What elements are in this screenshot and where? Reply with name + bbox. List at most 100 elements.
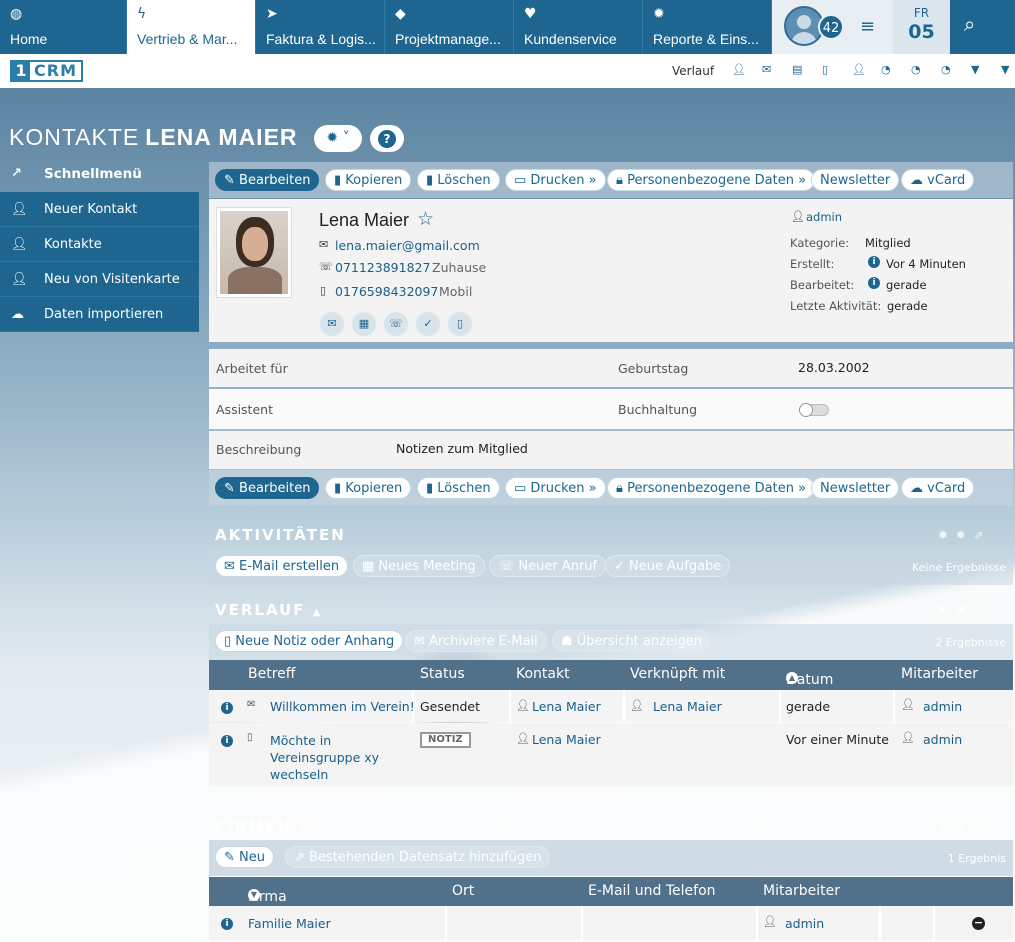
- create-email-button[interactable]: ✉ E-Mail erstellen: [215, 555, 349, 577]
- help-button[interactable]: ?: [370, 125, 404, 152]
- phone-call-icon[interactable]: ☏: [384, 312, 408, 336]
- new-meeting-button[interactable]: ▦ Neues Meeting: [353, 555, 485, 577]
- panel-settings-icons[interactable]: ✹ ✹ ⇗: [938, 602, 983, 616]
- history-contact-link[interactable]: Lena Maier: [532, 732, 601, 747]
- column-contact[interactable]: Kontakt: [516, 666, 570, 682]
- companies-toolbar: ✎ Neu ⇗ Bestehenden Datensatz hinzufügen…: [209, 840, 1013, 876]
- column-status[interactable]: Status: [420, 666, 465, 682]
- remove-icon[interactable]: −: [972, 917, 985, 930]
- user-icon: 👤︎: [791, 210, 805, 223]
- assigned-user[interactable]: admin: [806, 210, 842, 224]
- edit-button[interactable]: ✎ Bearbeiten: [215, 477, 320, 499]
- panel-settings-icons[interactable]: ✹ ✹ ⇗: [938, 818, 983, 832]
- description-value: Notizen zum Mitglied: [396, 441, 528, 456]
- vcard-button[interactable]: ☁ vCard: [901, 477, 975, 499]
- column-subject[interactable]: Betreff: [248, 666, 295, 682]
- document-icon[interactable]: ▯: [822, 63, 828, 76]
- panel-settings-icons[interactable]: ✹ ✹ ⇗: [938, 528, 983, 542]
- archive-email-button[interactable]: ✉ Archiviere E-Mail: [405, 630, 547, 652]
- history-subject-link[interactable]: Willkommen im Verein!: [270, 699, 415, 714]
- print-button[interactable]: ▭ Drucken »: [505, 477, 606, 499]
- company-user-link[interactable]: admin: [785, 916, 824, 931]
- sidebar-item-import[interactable]: ☁ Daten importieren: [0, 297, 199, 332]
- history-contact-link[interactable]: Lena Maier: [532, 699, 601, 714]
- new-note-button[interactable]: ▯ Neue Notiz oder Anhang: [215, 630, 404, 652]
- nav-tab-customer-service[interactable]: ♥ Kundenservice: [514, 0, 643, 54]
- task-check-icon[interactable]: ✓: [416, 312, 440, 336]
- history-linked-link[interactable]: Lena Maier: [653, 699, 722, 714]
- book-icon[interactable]: ▤: [792, 63, 802, 76]
- new-company-button[interactable]: ✎ Neu: [215, 846, 274, 868]
- accounting-toggle[interactable]: [799, 403, 829, 417]
- column-assigned[interactable]: Mitarbeiter: [901, 666, 978, 682]
- pie-chart-icon[interactable]: ◔: [941, 63, 951, 76]
- info-icon[interactable]: i: [868, 256, 880, 268]
- user-menu[interactable]: 42 ≡: [772, 0, 893, 54]
- history-user-link[interactable]: admin: [923, 699, 962, 714]
- settings-dropdown-button[interactable]: ✹ ˅: [314, 125, 362, 152]
- print-button[interactable]: ▭ Drucken »: [505, 169, 606, 191]
- nav-tab-sales-marketing[interactable]: ϟ Vertrieb & Mar...: [127, 0, 256, 54]
- table-row: i Familie Maier 👤︎ admin −: [209, 906, 1013, 940]
- quick-menu-header[interactable]: ↗ Schnellmenü: [0, 160, 199, 192]
- new-call-button[interactable]: ☏ Neuer Anruf: [489, 555, 607, 577]
- info-icon[interactable]: i: [221, 918, 233, 930]
- user-icon: 👤︎: [630, 699, 644, 712]
- send-email-icon[interactable]: ✉: [320, 312, 344, 336]
- add-existing-button[interactable]: ⇗ Bestehenden Datensatz hinzufügen: [285, 846, 551, 868]
- info-icon[interactable]: i: [221, 735, 233, 747]
- column-linked[interactable]: Verknüpft mit: [630, 666, 725, 682]
- nav-tab-project-management[interactable]: ◆ Projektmanage...: [385, 0, 514, 54]
- user-icon[interactable]: 👤︎: [852, 63, 866, 76]
- nav-tab-reports-settings[interactable]: ✹ Reporte & Eins...: [643, 0, 772, 54]
- info-icon[interactable]: i: [221, 702, 233, 714]
- personal-data-button[interactable]: 🔒︎ Personenbezogene Daten »: [607, 169, 816, 191]
- pie-chart-icon[interactable]: ◔: [881, 63, 891, 76]
- companies-table-header: Firma ▼ Ort E-Mail und Telefon Mitarbeit…: [209, 877, 1013, 906]
- envelope-icon[interactable]: ✉: [762, 63, 771, 76]
- delete-button[interactable]: ▮ Löschen: [417, 169, 500, 191]
- delete-button[interactable]: ▮ Löschen: [417, 477, 500, 499]
- app-logo[interactable]: 1 CRM: [10, 60, 83, 82]
- new-task-button[interactable]: ✓ Neue Aufgabe: [605, 555, 731, 577]
- sidebar-item-contacts[interactable]: 👤︎ Kontakte: [0, 227, 199, 262]
- note-document-icon[interactable]: ▯: [448, 312, 472, 336]
- companies-heading[interactable]: FIRMEN ▲: [215, 818, 309, 836]
- column-email-phone[interactable]: E-Mail und Telefon: [588, 883, 716, 899]
- filter-icon[interactable]: ▼: [1001, 63, 1009, 76]
- notification-badge[interactable]: 42: [818, 14, 844, 40]
- column-city[interactable]: Ort: [452, 883, 474, 899]
- contact-phone-home[interactable]: 071123891827: [335, 260, 430, 275]
- edit-button[interactable]: ✎ Bearbeiten: [215, 169, 320, 191]
- history-subject-link[interactable]: Möchte in Vereinsgruppe xy wechseln: [270, 732, 390, 783]
- copy-button[interactable]: ▮ Kopieren: [325, 477, 412, 499]
- show-overview-button[interactable]: ☗ Übersicht anzeigen: [552, 630, 712, 652]
- vcard-button[interactable]: ☁ vCard: [901, 169, 975, 191]
- nav-tab-home[interactable]: ◍ Home: [0, 0, 127, 54]
- user-icon[interactable]: 👤︎: [732, 63, 746, 76]
- sidebar-item-business-card[interactable]: 👤︎ Neu von Visitenkarte: [0, 262, 199, 297]
- search-button[interactable]: ⌕: [950, 0, 1015, 54]
- company-link[interactable]: Familie Maier: [248, 916, 331, 931]
- newsletter-button[interactable]: Newsletter: [811, 169, 900, 191]
- hamburger-menu-icon[interactable]: ≡: [860, 16, 875, 37]
- history-toolbar: ▯ Neue Notiz oder Anhang ✉ Archiviere E-…: [209, 624, 1013, 660]
- column-assigned[interactable]: Mitarbeiter: [763, 883, 840, 899]
- favorite-star-icon[interactable]: ☆: [417, 208, 434, 230]
- nav-tab-billing-logistics[interactable]: ➤ Faktura & Logis...: [256, 0, 385, 54]
- cube-icon: ◆: [395, 6, 406, 22]
- contact-phone-mobile[interactable]: 0176598432097: [335, 284, 438, 299]
- filter-icon[interactable]: ▼: [971, 63, 979, 76]
- history-user-link[interactable]: admin: [923, 732, 962, 747]
- quick-menu: ↗ Schnellmenü 👤︎ Neuer Kontakt 👤︎ Kontakte …: [0, 160, 199, 332]
- history-heading[interactable]: VERLAUF ▲: [215, 601, 322, 619]
- copy-button[interactable]: ▮ Kopieren: [325, 169, 412, 191]
- newsletter-button[interactable]: Newsletter: [811, 477, 900, 499]
- pie-chart-icon[interactable]: ◔: [911, 63, 921, 76]
- personal-data-button[interactable]: 🔒︎ Personenbezogene Daten »: [607, 477, 816, 499]
- meeting-icon[interactable]: ▦: [352, 312, 376, 336]
- info-icon[interactable]: i: [868, 277, 880, 289]
- contact-email[interactable]: lena.maier@gmail.com: [335, 238, 480, 253]
- calendar-date[interactable]: FR 05: [893, 0, 950, 54]
- sidebar-item-new-contact[interactable]: 👤︎ Neuer Kontakt: [0, 192, 199, 227]
